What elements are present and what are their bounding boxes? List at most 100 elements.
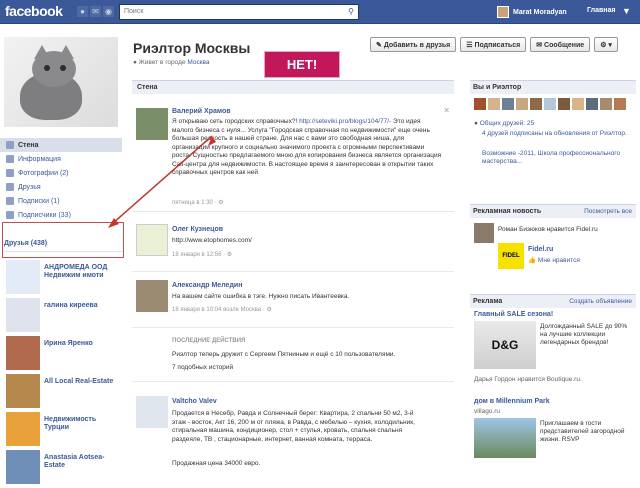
friend-name: АНДРОМЕДА ООД Недвижим имоти: [44, 264, 108, 279]
ad-domain: villago.ru: [474, 408, 501, 415]
cat-eye-shape: [60, 65, 66, 71]
ad-image-house[interactable]: [474, 418, 536, 458]
friends-header[interactable]: Друзья (438): [4, 240, 122, 252]
nav-label: Информация: [18, 155, 61, 163]
user-name: Marat Moradyan: [513, 8, 567, 16]
nav-item-subscriptions[interactable]: Подписки (1): [0, 194, 122, 208]
post-author-avatar[interactable]: [136, 280, 168, 312]
search-input[interactable]: Поиск ⚲: [119, 4, 359, 20]
ad-title[interactable]: Главный SALE сезона!: [474, 311, 553, 318]
school-link[interactable]: Возможние -2011, Школа профессионального…: [482, 150, 632, 166]
mutual-friend-thumb[interactable]: [558, 98, 570, 110]
friend-requests-icon[interactable]: ●: [77, 6, 88, 17]
friend-name: галина киреева: [44, 302, 98, 309]
post-author[interactable]: Valtcho Valev: [172, 398, 217, 405]
like-link[interactable]: 👍 Мне нравится: [528, 257, 580, 265]
nav-item-wall[interactable]: Стена: [0, 138, 122, 152]
friend-item[interactable]: галина киреева: [4, 298, 120, 336]
friend-photo: [6, 450, 40, 484]
wall-post: Valtcho Valev Продается в Несебр, Равда …: [132, 386, 454, 480]
post-author[interactable]: Олег Кузнецов: [172, 226, 223, 233]
message-label: Сообщение: [544, 42, 585, 49]
post-author[interactable]: Валерий Храмов: [172, 108, 231, 115]
friend-name: Anastasia Aotsea-Estate: [44, 454, 105, 469]
account-dropdown-icon[interactable]: ▼: [622, 6, 631, 16]
ad-image-dg[interactable]: D&G: [474, 321, 536, 369]
messages-icon[interactable]: ✉: [90, 6, 101, 17]
mutual-friend-thumb[interactable]: [488, 98, 500, 110]
post-link[interactable]: http://seteviki.pro/blogs/104/77/-: [299, 118, 391, 125]
post-author-avatar[interactable]: [136, 224, 168, 256]
close-icon[interactable]: ✕: [443, 106, 450, 115]
mutual-friend-thumb[interactable]: [572, 98, 584, 110]
friend-photo: [6, 260, 40, 294]
nav-item-info[interactable]: Информация: [0, 152, 122, 166]
nav-label: Подписки (1): [18, 197, 60, 205]
add-friend-label: Добавить в друзья: [383, 42, 451, 49]
nav-label: Друзья: [18, 183, 41, 191]
home-link[interactable]: Главная: [587, 7, 615, 14]
friend-item[interactable]: Anastasia Aotsea-Estate: [4, 450, 120, 488]
post-timestamp[interactable]: 18 января в 12:56 · ⚙: [172, 251, 232, 258]
profile-navigation: Стена Информация Фотографии (2) Друзья П…: [0, 138, 122, 222]
post-timestamp[interactable]: пятница в 1:30 · ⚙: [172, 199, 224, 206]
ad-title[interactable]: дом в Millennium Park: [474, 398, 550, 405]
message-button[interactable]: ✉ Сообщение: [530, 37, 591, 52]
subscriptions-icon: [6, 197, 14, 205]
fidel-logo[interactable]: FIDEL: [498, 243, 524, 269]
mutual-friend-thumb[interactable]: [502, 98, 514, 110]
friend-item[interactable]: All Local Real-Estate: [4, 374, 120, 412]
friend-item[interactable]: Ирина Яренко: [4, 336, 120, 374]
post-text: Продается в Несебр, Равда и Солнечный бе…: [172, 410, 415, 443]
friend-name: Недвижимость Турции: [44, 416, 97, 431]
lives-city-link[interactable]: Москва: [187, 59, 209, 66]
mutual-friend-thumb[interactable]: [600, 98, 612, 110]
callout-label: НЕТ!: [264, 51, 340, 78]
post-text-part: Я открываю сеть городских справочных?!: [172, 118, 298, 125]
mutual-friend-thumb[interactable]: [586, 98, 598, 110]
mutual-friend-thumb[interactable]: [474, 98, 486, 110]
search-icon[interactable]: ⚲: [346, 7, 356, 17]
mutual-friend-thumb[interactable]: [530, 98, 542, 110]
post-author[interactable]: Александр Меледин: [172, 282, 242, 289]
mutual-friend-thumb[interactable]: [544, 98, 556, 110]
subscribers-link[interactable]: 4 друзей подписаны на обновления от Риэл…: [482, 130, 632, 138]
see-all-link[interactable]: Посмотреть все: [584, 208, 632, 215]
friend-item[interactable]: Недвижимость Турции: [4, 412, 120, 450]
subscribe-label: Подписаться: [474, 42, 521, 49]
notifications-icon[interactable]: ◉: [103, 6, 114, 17]
profile-picture[interactable]: [4, 37, 118, 127]
friend-photo: [6, 336, 40, 370]
post-author-avatar[interactable]: [136, 108, 168, 140]
post-author-avatar[interactable]: [136, 396, 168, 428]
nav-item-friends[interactable]: Друзья: [0, 180, 122, 194]
recent-activity-label: ПОСЛЕДНИЕ ДЕЙСТВИЯ: [172, 338, 246, 344]
ad-text: Долгожданный SALE до 90% на лучшие колле…: [540, 323, 628, 346]
subscribe-button[interactable]: ☰ Подписаться: [460, 37, 527, 52]
lives-in: ● Живет в городе Москва: [133, 59, 210, 66]
user-avatar: [497, 6, 509, 18]
recent-activity: ПОСЛЕДНИЕ ДЕЙСТВИЯ Риэлтор теперь дружит…: [132, 332, 454, 382]
mutual-friend-thumb[interactable]: [516, 98, 528, 110]
mutual-friends-link[interactable]: ● Общих друзей: 25: [474, 120, 634, 128]
facebook-logo[interactable]: facebook: [5, 3, 63, 19]
settings-dropdown-button[interactable]: ⚙ ▾: [594, 37, 618, 52]
nav-item-subscribers[interactable]: Подписчики (33): [0, 208, 122, 222]
add-friend-button[interactable]: ✎ Добавить в друзья: [370, 37, 457, 52]
top-user-link[interactable]: Marat Moradyan: [497, 6, 567, 18]
post-link[interactable]: http://www.etophomes.com/: [172, 237, 442, 246]
mutual-friend-thumb[interactable]: [614, 98, 626, 110]
friend-photo: [6, 374, 40, 408]
friend-name: All Local Real-Estate: [44, 378, 114, 385]
post-timestamp[interactable]: 18 января в 10:04 возле Москва · ⚙: [172, 306, 272, 313]
page-title: Риэлтор Москвы: [133, 40, 251, 56]
fidel-link[interactable]: Fidel.ru: [528, 246, 553, 253]
create-ad-link[interactable]: Создать объявление: [569, 298, 632, 305]
story-avatar[interactable]: [474, 223, 494, 243]
friend-item[interactable]: АНДРОМЕДА ООД Недвижим имоти: [4, 260, 120, 298]
recent-activity-text: Риэлтор теперь дружит с Сергеем Пятниным…: [172, 351, 396, 358]
similar-stories-link[interactable]: 7 подобных историй: [172, 364, 442, 373]
post-text: На вашем сайте ошибка в тэге. Нужно писа…: [172, 293, 350, 300]
like-label: Мне нравится: [537, 257, 580, 264]
nav-item-photos[interactable]: Фотографии (2): [0, 166, 122, 180]
